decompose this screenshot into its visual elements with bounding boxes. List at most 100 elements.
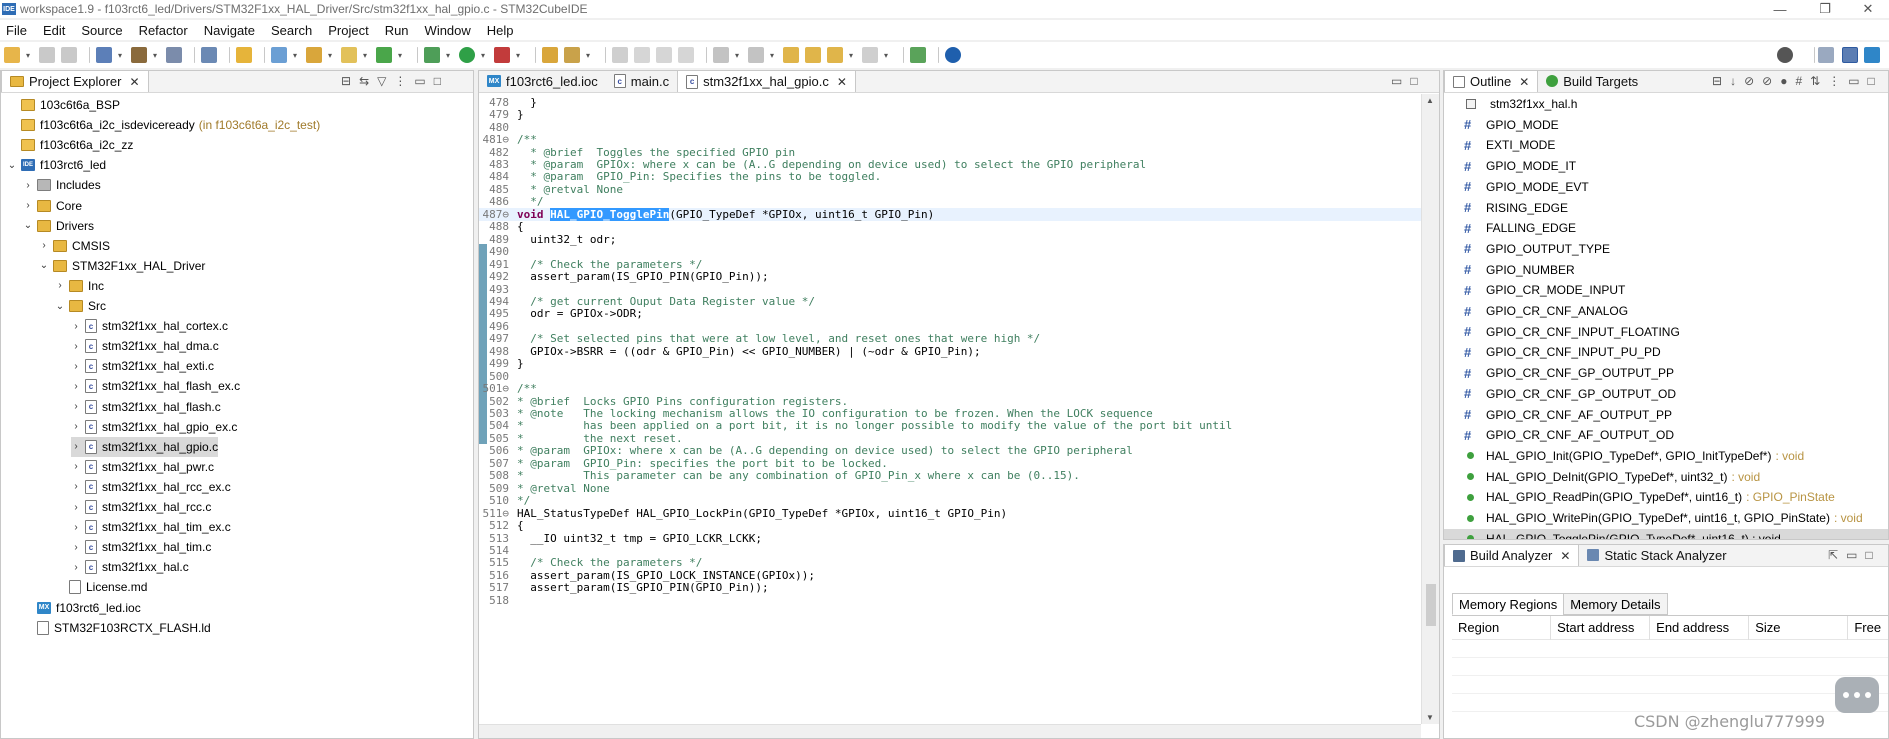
pin-editor-icon[interactable]	[910, 47, 926, 63]
new-file-icon[interactable]	[341, 47, 357, 63]
menu-window[interactable]: Window	[425, 23, 471, 38]
tree-item[interactable]: 103c6t6a_BSP	[7, 95, 120, 115]
tree-item[interactable]: › c stm32f1xx_hal_flash_ex.c	[71, 376, 240, 396]
open-folder-icon[interactable]	[306, 47, 322, 63]
minimize-icon[interactable]: ▭	[1846, 548, 1857, 562]
chevron-down-icon[interactable]: ▾	[884, 47, 891, 63]
menu-help[interactable]: Help	[487, 23, 514, 38]
search-icon[interactable]	[1777, 47, 1793, 63]
tree-item[interactable]: › c stm32f1xx_hal.c	[71, 557, 189, 577]
settings-icon[interactable]	[96, 47, 112, 63]
tab-f103rct6-led-ioc[interactable]: MX f103rct6_led.ioc	[479, 70, 606, 92]
tree-item[interactable]: › Core	[23, 196, 82, 216]
expand-toggle-icon[interactable]: ›	[71, 401, 81, 412]
run-icon[interactable]	[459, 47, 475, 63]
search-tool-icon[interactable]	[564, 47, 580, 63]
expand-toggle-icon[interactable]: ›	[71, 341, 81, 352]
tree-item[interactable]: › c stm32f1xx_hal_tim.c	[71, 537, 211, 557]
expand-toggle-icon[interactable]: ›	[71, 421, 81, 432]
tree-item[interactable]: ⌄ IDE f103rct6_led	[7, 155, 106, 175]
outline-item[interactable]: # GPIO_CR_CNF_INPUT_FLOATING	[1444, 322, 1888, 342]
chevron-down-icon[interactable]: ▾	[363, 47, 370, 63]
expand-toggle-icon[interactable]: ›	[71, 481, 81, 492]
close-icon[interactable]: ✕	[1848, 0, 1888, 18]
hide-fields-icon[interactable]: ⊘	[1744, 74, 1754, 88]
mx-perspective-icon[interactable]	[1864, 47, 1880, 63]
chevron-down-icon[interactable]: ▾	[586, 47, 593, 63]
view-menu-icon[interactable]: ⋮	[394, 74, 406, 88]
link-editor-icon[interactable]: ⇆	[359, 74, 369, 88]
tab-memory-regions[interactable]: Memory Regions	[1452, 593, 1565, 615]
expand-toggle-icon[interactable]: ›	[71, 321, 81, 332]
next-annotation-icon[interactable]	[713, 47, 729, 63]
tree-item[interactable]: › Includes	[23, 175, 100, 195]
outline-item[interactable]: # GPIO_MODE_IT	[1444, 156, 1888, 176]
new-project-icon[interactable]	[271, 47, 287, 63]
scroll-up-icon[interactable]: ▲	[1426, 96, 1434, 105]
outline-item[interactable]: # RISING_EDGE	[1444, 198, 1888, 218]
menu-run[interactable]: Run	[385, 23, 409, 38]
outline-item[interactable]: # GPIO_NUMBER	[1444, 260, 1888, 280]
pilcrow-icon[interactable]	[678, 47, 694, 63]
back-arrow-icon[interactable]	[827, 47, 843, 63]
close-icon[interactable]: ✕	[837, 75, 847, 89]
expand-toggle-icon[interactable]: ›	[71, 562, 81, 573]
scroll-thumb[interactable]	[1426, 584, 1436, 626]
code-editor[interactable]: 478 } 479} 480 481⊖/** 482 * @brief Toggles …	[479, 94, 1421, 724]
outline-item[interactable]: # GPIO_MODE_EVT	[1444, 177, 1888, 197]
collapse-icon[interactable]: ⊟	[1712, 74, 1722, 88]
maximize-icon[interactable]: □	[1865, 548, 1872, 562]
device-config-icon[interactable]	[236, 47, 252, 63]
tree-item[interactable]: › c stm32f1xx_hal_rcc.c	[71, 497, 211, 517]
mark-occurrences-icon[interactable]	[634, 47, 650, 63]
save-icon[interactable]	[39, 47, 55, 63]
tree-item[interactable]: › c stm32f1xx_hal_tim_ex.c	[71, 517, 231, 537]
column-start-address[interactable]: Start address	[1551, 615, 1651, 640]
maximize-icon[interactable]: □	[434, 74, 441, 88]
new-icon[interactable]	[4, 47, 20, 63]
tree-item[interactable]: › c stm32f1xx_hal_flash.c	[71, 397, 221, 417]
outline-item[interactable]: # GPIO_CR_CNF_GP_OUTPUT_OD	[1444, 384, 1888, 404]
tree-item[interactable]: f103c6t6a_i2c_isdeviceready (in f103c6t6a…	[7, 115, 320, 135]
close-icon[interactable]: ✕	[1519, 75, 1529, 89]
expand-toggle-icon[interactable]: ⌄	[23, 220, 33, 231]
tree-item[interactable]: ⌄ Drivers	[23, 216, 94, 236]
outline-item[interactable]: # GPIO_MODE	[1444, 115, 1888, 135]
filter-icon[interactable]: ▽	[377, 74, 386, 88]
tree-item[interactable]: f103c6t6a_i2c_zz	[7, 135, 133, 155]
close-icon[interactable]: ✕	[129, 75, 139, 89]
outline-item[interactable]: # GPIO_OUTPUT_TYPE	[1444, 239, 1888, 259]
expand-toggle-icon[interactable]: ⌄	[7, 160, 17, 171]
menu-refactor[interactable]: Refactor	[139, 23, 188, 38]
back-history-icon[interactable]	[805, 47, 821, 63]
save-all-icon[interactable]	[61, 47, 77, 63]
debug-config-icon[interactable]	[201, 47, 217, 63]
chevron-down-icon[interactable]: ▾	[118, 47, 125, 63]
tab-static-stack-analyzer[interactable]: Static Stack Analyzer	[1579, 544, 1734, 566]
tree-item[interactable]: › CMSIS	[39, 236, 110, 256]
scroll-down-icon[interactable]: ▼	[1426, 713, 1434, 722]
debug-bug-icon[interactable]	[424, 47, 440, 63]
outline-item[interactable]: HAL_GPIO_WritePin(GPIO_TypeDef*, uint16_…	[1444, 508, 1888, 528]
expand-toggle-icon[interactable]: ›	[55, 280, 65, 291]
chevron-down-icon[interactable]: ▾	[516, 47, 523, 63]
outline-item[interactable]: HAL_GPIO_ReadPin(GPIO_TypeDef*, uint16_t…	[1444, 487, 1888, 507]
tree-item[interactable]: STM32F103RCTX_FLASH.ld	[23, 618, 211, 638]
chevron-down-icon[interactable]: ▾	[153, 47, 160, 63]
column-region[interactable]: Region	[1452, 615, 1552, 640]
expand-toggle-icon[interactable]: ›	[23, 200, 33, 211]
expand-toggle-icon[interactable]: ›	[71, 502, 81, 513]
expand-toggle-icon[interactable]: ›	[71, 361, 81, 372]
info-icon[interactable]	[945, 47, 961, 63]
chevron-down-icon[interactable]: ▾	[735, 47, 742, 63]
chevron-down-icon[interactable]: ▾	[26, 47, 33, 63]
tab-memory-details[interactable]: Memory Details	[1563, 593, 1668, 615]
chevron-down-icon[interactable]: ▾	[293, 47, 300, 63]
sort-icon[interactable]: ↓	[1730, 74, 1736, 88]
export-icon[interactable]: ⇱	[1828, 548, 1838, 562]
tree-item[interactable]: › c stm32f1xx_hal_exti.c	[71, 356, 214, 376]
expand-toggle-icon[interactable]: ›	[71, 522, 81, 533]
maximize-icon[interactable]: □	[1410, 74, 1417, 88]
tree-item[interactable]: › c stm32f1xx_hal_cortex.c	[71, 316, 228, 336]
minimize-icon[interactable]: ▭	[414, 74, 425, 88]
